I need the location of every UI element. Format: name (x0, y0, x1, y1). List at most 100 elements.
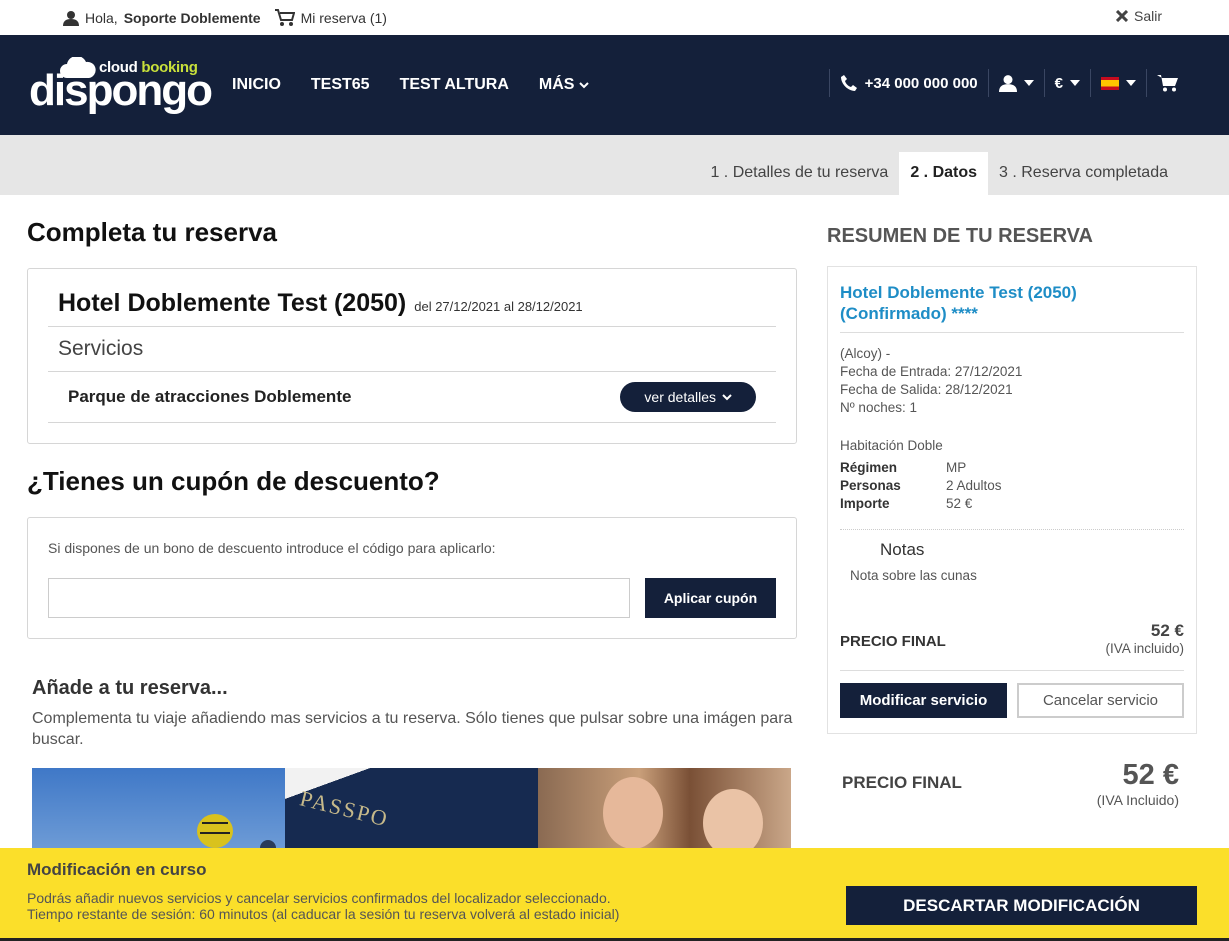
services-heading: Servicios (48, 327, 776, 372)
total-vat: (IVA Incluido) (1096, 792, 1179, 808)
divider (828, 69, 830, 97)
nav-item-mas-label: MÁS (538, 76, 575, 93)
total-price: PRECIO FINAL 52 € (IVA Incluido) (827, 734, 1197, 808)
add-services-description: Complementa tu viaje añadiendo mas servi… (32, 710, 793, 748)
total-label: PRECIO FINAL (842, 773, 962, 792)
currency-dropdown[interactable]: € (1055, 75, 1080, 92)
summary-info: (Alcoy) - Fecha de Entrada: 27/12/2021 F… (840, 345, 1184, 455)
dispongo-logo[interactable]: cloud booking dispongo (29, 57, 213, 117)
checkout-steps: 1 . Detalles de tu reserva 2 . Datos 3 .… (699, 152, 1179, 195)
coupon-title: ¿Tienes un cupón de descuento? (27, 466, 440, 496)
cancel-service-button[interactable]: Cancelar servicio (1017, 683, 1184, 718)
total-value: 52 € (1122, 759, 1179, 791)
service-price: PRECIO FINAL 52 € (IVA incluido) (840, 621, 1184, 671)
coupon-input[interactable] (48, 578, 630, 618)
nav-item-test65[interactable]: TEST65 (311, 76, 370, 94)
main-navbar: cloud booking dispongo INICIO TEST65 TES… (0, 35, 1229, 135)
nav-item-mas[interactable]: MÁS (539, 76, 590, 94)
banner-line-2: Tiempo restante de sesión: 60 minutos (a… (27, 906, 620, 922)
summary-checkout: Fecha de Salida: 28/12/2021 (840, 382, 1013, 397)
people-icon (603, 777, 763, 848)
booking-card: Hotel Doblemente Test (2050) del 27/12/2… (27, 268, 797, 444)
user-greeting[interactable]: Hola, Soporte Doblemente (63, 10, 261, 26)
phone-number: +34 000 000 000 (864, 74, 978, 92)
step-data: 2 . Datos (899, 152, 989, 195)
nav-item-test-altura[interactable]: TEST ALTURA (400, 76, 509, 94)
balloons-image[interactable] (32, 768, 285, 848)
total-value-block: 52 € (IVA Incluido) (1097, 759, 1179, 808)
price-value: 52 € (1150, 621, 1184, 640)
coupon-instructions: Si dispones de un bono de descuento intr… (48, 540, 496, 556)
caret-down-icon (1070, 80, 1080, 86)
discard-modification-button[interactable]: DESCARTAR MODIFICACIÓN (846, 886, 1197, 925)
currency-symbol: € (1054, 74, 1063, 92)
service-row: Parque de atracciones Doblemente ver det… (48, 372, 776, 423)
price-value-block: 52 € (IVA incluido) (1105, 621, 1184, 656)
passport-image[interactable]: PASSPO (285, 768, 538, 848)
cart-button[interactable] (1157, 74, 1179, 92)
service-images: PASSPO (32, 768, 797, 848)
add-services-title: Añade a tu reserva... (32, 677, 228, 699)
caret-down-icon (1023, 80, 1034, 86)
logo-wordmark: dispongo (29, 66, 213, 115)
phone-link[interactable]: +34 000 000 000 (840, 74, 978, 92)
add-services-section: Añade a tu reserva... Complementa tu via… (27, 677, 797, 848)
divider (987, 69, 989, 97)
divider (1090, 69, 1091, 97)
user-name: Soporte Doblemente (123, 9, 261, 26)
step-details[interactable]: 1 . Detalles de tu reserva (699, 152, 899, 195)
regimen-value: MP (946, 460, 967, 475)
logout-link[interactable]: Salir (1115, 8, 1162, 24)
hotel-name: Hotel Doblemente Test (2050) (58, 289, 407, 317)
summary-details: Régimen MP Personas 2 Adultos Importe 52 € (840, 459, 1184, 530)
coupon-card: Si dispones de un bono de descuento intr… (27, 517, 797, 639)
view-details-label: ver detalles (644, 389, 716, 405)
my-booking-link[interactable]: Mi reserva (1) (274, 8, 387, 27)
modify-service-button[interactable]: Modificar servicio (840, 683, 1007, 718)
divider (1146, 69, 1147, 97)
price-label: PRECIO FINAL (840, 633, 946, 650)
main-content: Completa tu reserva Hotel Doblemente Tes… (27, 195, 797, 848)
notes-title: Notas (880, 540, 925, 559)
notes-text: Nota sobre las cunas (850, 568, 977, 583)
top-bar: Hola, Soporte Doblemente Mi reserva (1) … (0, 0, 1229, 35)
service-name: Parque de atracciones Doblemente (68, 387, 352, 406)
balloon-icon (197, 814, 276, 848)
summary-hotel-name[interactable]: Hotel Doblemente Test (2050) (Confirmado… (840, 282, 1184, 333)
chevron-down-icon (579, 81, 590, 88)
apply-coupon-button[interactable]: Aplicar cupón (645, 578, 776, 618)
importe-label: Importe (840, 496, 890, 511)
logout-label: Salir (1133, 8, 1162, 24)
page-title: Completa tu reserva (27, 217, 277, 247)
spain-flag-icon (1101, 76, 1119, 90)
coupon-form: Aplicar cupón (48, 578, 776, 618)
view-details-button[interactable]: ver detalles (620, 382, 756, 412)
my-booking-label: Mi reserva (1) (300, 9, 387, 26)
hotel-dates: del 27/12/2021 al 28/12/2021 (414, 299, 583, 314)
account-dropdown[interactable] (998, 74, 1034, 92)
step-completed: 3 . Reserva completada (999, 164, 1168, 181)
banner-title: Modificación en curso (27, 860, 207, 879)
cart-icon (1157, 75, 1178, 92)
language-dropdown[interactable] (1101, 76, 1136, 90)
summary-title: RESUMEN DE TU RESERVA (827, 225, 1093, 247)
chevron-down-icon (722, 393, 732, 400)
service-actions: Modificar servicio Cancelar servicio (840, 683, 1184, 718)
personas-value: 2 Adultos (946, 478, 1002, 493)
modification-banner: Modificación en curso Podrás añadir nuev… (0, 848, 1229, 941)
nav-item-inicio[interactable]: INICIO (232, 76, 281, 94)
cart-icon (274, 8, 295, 26)
nav-actions: +34 000 000 000 € (819, 65, 1179, 101)
friends-image[interactable] (538, 768, 791, 848)
nav-menu: INICIO TEST65 TEST ALTURA MÁS (232, 35, 590, 135)
banner-description: Podrás añadir nuevos servicios y cancela… (27, 890, 619, 922)
user-icon (998, 75, 1017, 92)
summary-checkin: Fecha de Entrada: 27/12/2021 (840, 364, 1023, 379)
summary-location: (Alcoy) - (840, 346, 891, 361)
user-icon (63, 10, 79, 26)
importe-value: 52 € (946, 496, 973, 511)
summary-nights: Nº noches: 1 (840, 400, 917, 415)
caret-down-icon (1126, 80, 1136, 86)
booking-summary: RESUMEN DE TU RESERVA Hotel Doblemente T… (827, 195, 1197, 808)
personas-label: Personas (840, 478, 901, 493)
